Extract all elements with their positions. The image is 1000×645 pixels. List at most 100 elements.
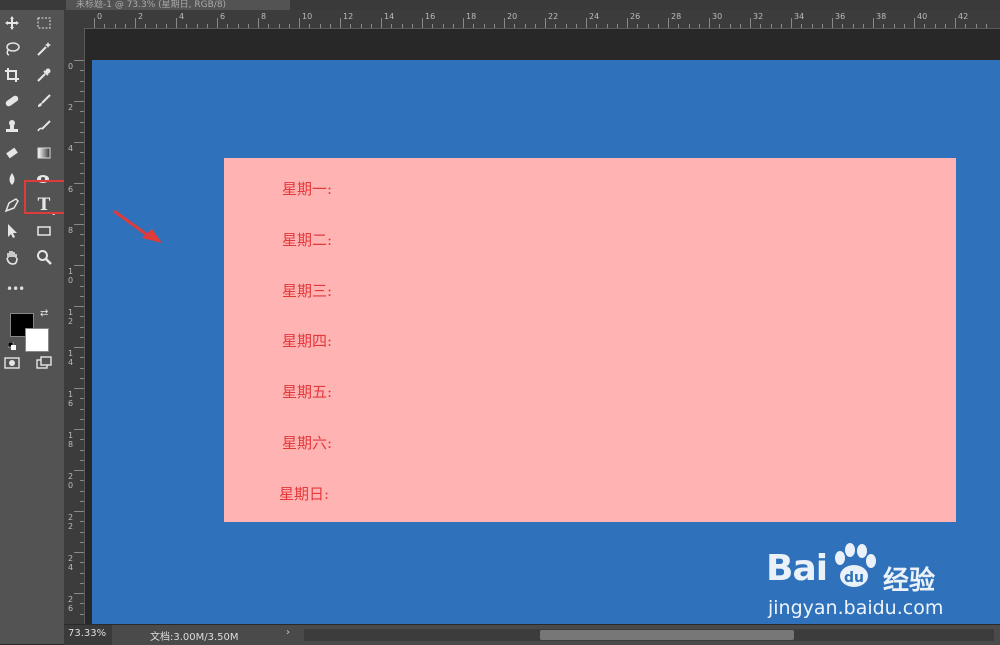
healing-tool[interactable] — [0, 90, 24, 112]
ruler-minor-tick — [432, 24, 433, 28]
ruler-minor-tick — [781, 24, 782, 28]
ruler-minor-tick — [801, 24, 802, 28]
ruler-minor-tick — [740, 24, 741, 28]
ruler-label: 10 — [302, 12, 312, 21]
ruler-label: 18 — [68, 431, 76, 449]
svg-text:du: du — [844, 570, 864, 586]
magic-wand-icon — [36, 41, 52, 57]
document-size: 文档:3.00M/3.50M — [150, 628, 239, 643]
ruler-minor-tick — [227, 24, 228, 28]
eyedropper-tool[interactable] — [32, 64, 56, 86]
blur-tool[interactable] — [0, 168, 24, 190]
ruler-minor-tick — [115, 24, 116, 28]
ruler-minor-tick — [412, 24, 413, 28]
more-tools-icon[interactable]: ••• — [6, 282, 24, 296]
crop-tool[interactable] — [0, 64, 24, 86]
ruler-tick — [750, 18, 751, 28]
ruler-minor-tick — [617, 24, 618, 28]
day-label-wednesday: 星期三: — [282, 280, 332, 301]
horizontal-scrollbar[interactable] — [304, 629, 994, 641]
ruler-minor-tick — [730, 24, 731, 28]
ruler-minor-tick — [80, 286, 84, 287]
ruler-tick — [74, 224, 84, 225]
ruler-tick — [74, 60, 84, 61]
ruler-minor-tick — [207, 24, 208, 28]
eraser-tool[interactable] — [0, 142, 24, 164]
ruler-tick — [422, 18, 423, 28]
ruler-minor-tick — [719, 24, 720, 28]
paw-icon: du — [826, 538, 882, 594]
screen-mode-button[interactable] — [32, 352, 56, 374]
marquee-icon — [36, 15, 52, 31]
history-brush-tool[interactable] — [32, 116, 56, 138]
ruler-label: 6 — [68, 185, 76, 194]
ruler-label: 6 — [220, 12, 225, 21]
ruler-minor-tick — [566, 24, 567, 28]
watermark-jingyan-text: 经验 — [883, 560, 935, 597]
quick-mask-button[interactable] — [0, 352, 24, 374]
path-selection-tool[interactable] — [0, 220, 24, 242]
ruler-tick — [135, 18, 136, 28]
ruler-tick — [873, 18, 874, 28]
ruler-minor-tick — [145, 24, 146, 28]
tools-panel: T ••• ⇄ — [0, 10, 65, 644]
ruler-minor-tick — [80, 193, 84, 194]
scrollbar-thumb[interactable] — [540, 630, 794, 640]
ruler-tick — [545, 18, 546, 28]
stamp-tool[interactable] — [0, 116, 24, 138]
ruler-minor-tick — [945, 24, 946, 28]
ruler-minor-tick — [80, 111, 84, 112]
ruler-tick — [217, 18, 218, 28]
ruler-label: 36 — [835, 12, 845, 21]
day-label-saturday: 星期六: — [282, 432, 332, 453]
ruler-minor-tick — [80, 327, 84, 328]
day-label-friday: 星期五: — [282, 381, 332, 402]
ruler-label: 26 — [630, 12, 640, 21]
zoom-level[interactable]: 73.33% — [68, 628, 106, 639]
ruler-tick — [504, 18, 505, 28]
status-bar: 73.33% 文档:3.00M/3.50M › — [64, 624, 1000, 645]
marquee-tool[interactable] — [32, 12, 56, 34]
status-menu-arrow[interactable]: › — [286, 627, 290, 638]
move-tool[interactable] — [0, 12, 24, 34]
rectangle-tool[interactable] — [32, 220, 56, 242]
zoom-tool[interactable] — [32, 246, 56, 268]
ruler-minor-tick — [976, 24, 977, 28]
ruler-minor-tick — [125, 24, 126, 28]
pen-tool[interactable] — [0, 194, 24, 216]
brush-tool[interactable] — [32, 90, 56, 112]
day-label-sunday: 星期日: — [279, 483, 329, 504]
swap-colors-icon[interactable]: ⇄ — [40, 308, 48, 319]
ruler-tick — [627, 18, 628, 28]
magic-wand-tool[interactable] — [32, 38, 56, 60]
default-colors-icon[interactable] — [8, 342, 16, 350]
arrow-icon — [4, 223, 20, 239]
ruler-minor-tick — [80, 460, 84, 461]
hand-tool[interactable] — [0, 246, 24, 268]
ruler-minor-tick — [80, 398, 84, 399]
ruler-tick — [74, 388, 84, 389]
ruler-minor-tick — [484, 24, 485, 28]
background-color-swatch[interactable] — [25, 328, 49, 352]
ruler-minor-tick — [80, 603, 84, 604]
lasso-tool[interactable] — [0, 38, 24, 60]
ruler-minor-tick — [812, 24, 813, 28]
document-tab[interactable]: 未标题-1 @ 73.3% (星期日, RGB/8) — [66, 0, 290, 10]
schedule-box[interactable] — [224, 158, 956, 522]
ruler-minor-tick — [361, 24, 362, 28]
ruler-label: 0 — [97, 12, 102, 21]
ruler-minor-tick — [80, 122, 84, 123]
ruler-label: 28 — [671, 12, 681, 21]
ruler-minor-tick — [80, 337, 84, 338]
gradient-tool[interactable] — [32, 142, 56, 164]
ruler-tick — [74, 306, 84, 307]
ruler-minor-tick — [80, 316, 84, 317]
ruler-label: 42 — [958, 12, 968, 21]
ruler-minor-tick — [842, 24, 843, 28]
ruler-minor-tick — [80, 573, 84, 574]
ruler-label: 20 — [68, 472, 76, 490]
ruler-minor-tick — [197, 24, 198, 28]
hand-icon — [4, 249, 20, 265]
ruler-minor-tick — [863, 24, 864, 28]
ruler-minor-tick — [248, 24, 249, 28]
